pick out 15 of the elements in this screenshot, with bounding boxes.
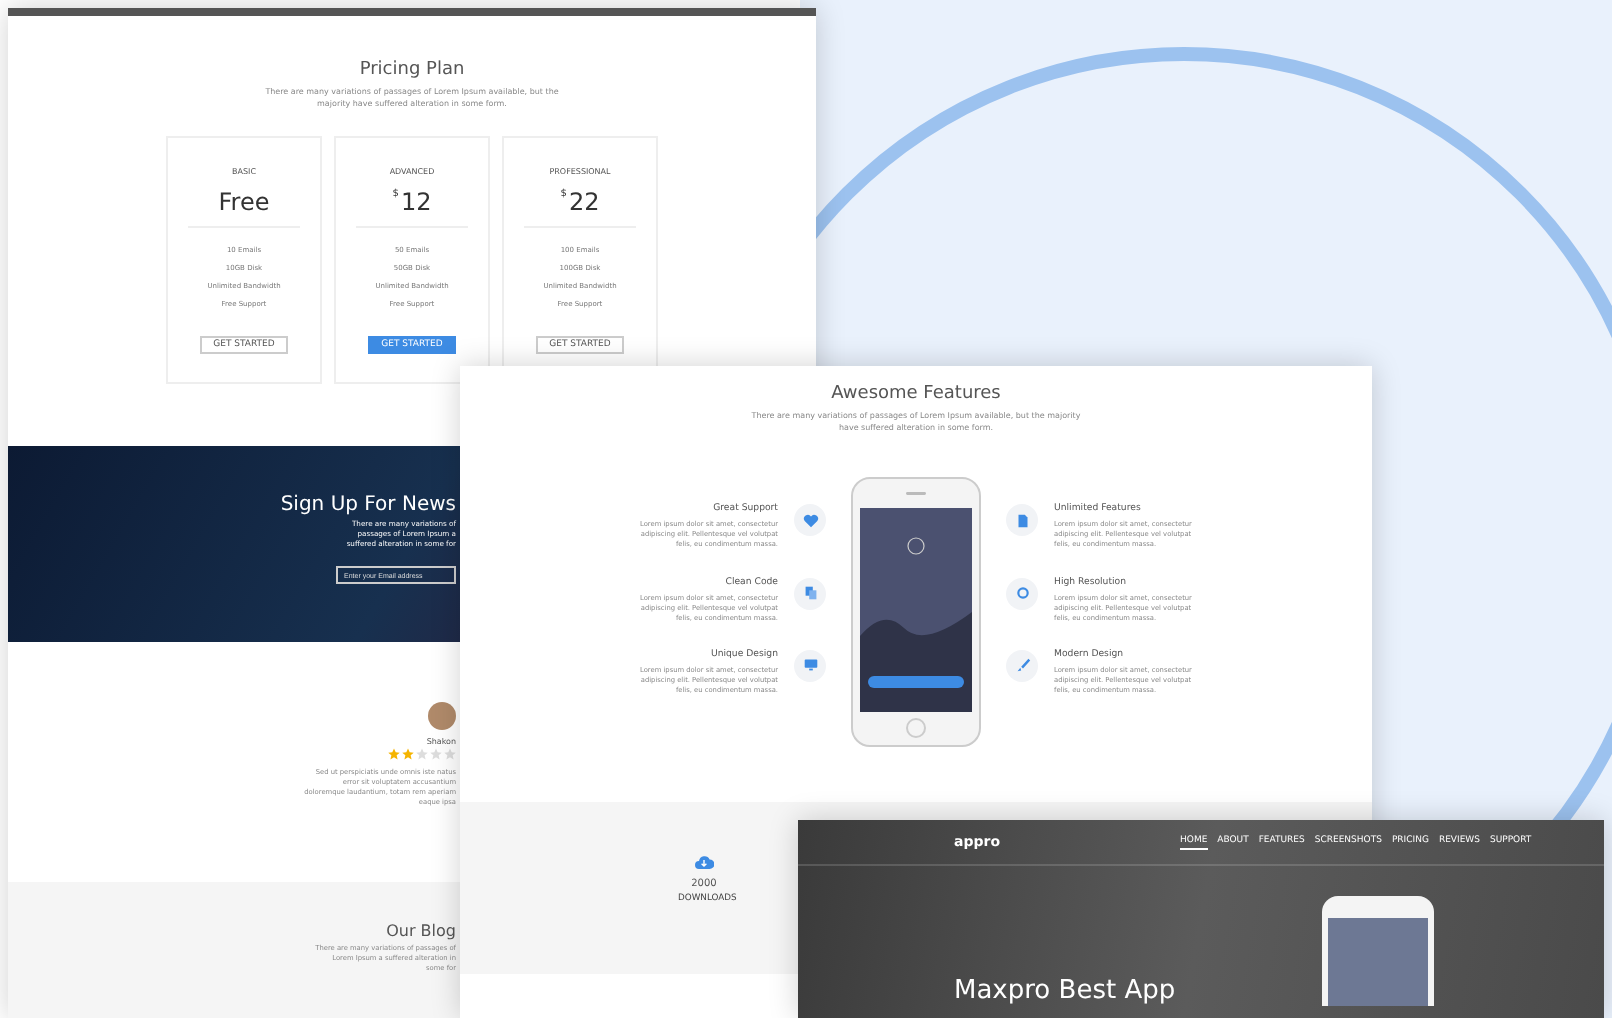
hero-headline: Maxpro Best App — [954, 976, 1176, 1006]
document-icon — [1013, 511, 1031, 530]
blog-title: Our Blog — [386, 922, 456, 940]
phone-mockup-drawing — [1320, 894, 1436, 1006]
newsletter-title: Sign Up For News — [280, 494, 456, 516]
monitor-icon — [801, 656, 819, 675]
plan-price: Free — [218, 188, 270, 217]
ring-icon — [1013, 584, 1031, 603]
section-title: Pricing Plan — [359, 60, 465, 80]
avatar — [428, 702, 456, 730]
brush-icon — [1013, 656, 1031, 675]
documents-icon — [801, 584, 819, 603]
heart-icon — [801, 511, 819, 530]
cloud-download-icon — [694, 854, 714, 870]
section-title: Awesome Features — [831, 384, 1001, 404]
